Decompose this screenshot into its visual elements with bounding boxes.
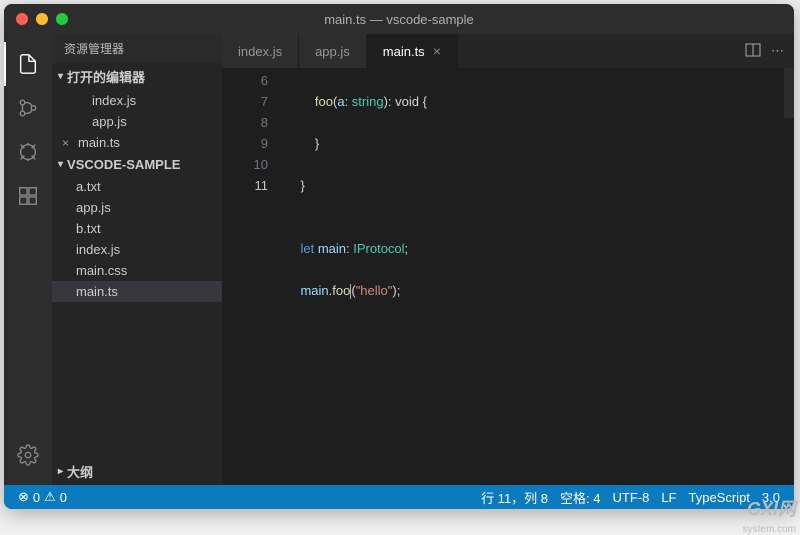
line-number: 9 xyxy=(222,133,268,154)
indentation-button[interactable]: 空格: 4 xyxy=(554,488,606,507)
open-editor-item[interactable]: app.js xyxy=(52,111,222,132)
folder-label: VSCODE-SAMPLE xyxy=(67,157,180,172)
file-name: app.js xyxy=(92,114,127,129)
explorer-icon[interactable] xyxy=(4,42,52,86)
outline-label: 大纲 xyxy=(67,462,93,481)
chevron-down-icon: ▾ xyxy=(58,159,63,170)
close-tab-icon[interactable]: × xyxy=(433,43,441,59)
extensions-icon[interactable] xyxy=(4,174,52,218)
file-item[interactable]: main.css xyxy=(52,260,222,281)
statusbar: ⊗0 ⚠0 行 11，列 8 空格: 4 UTF-8 LF TypeScript… xyxy=(4,485,794,509)
code-line[interactable]: main.foo("hello"); xyxy=(286,280,794,301)
code-editor[interactable]: 6 7 8 9 10 11 foo(a: string): void { } }… xyxy=(222,68,794,485)
sidebar: 资源管理器 ▾ 打开的编辑器 index.js app.js ×main.ts … xyxy=(52,34,222,485)
settings-icon[interactable] xyxy=(4,433,52,477)
source-control-icon[interactable] xyxy=(4,86,52,130)
window-title: main.ts — vscode-sample xyxy=(4,12,794,27)
language-mode-button[interactable]: TypeScript xyxy=(683,488,756,507)
tab-appjs[interactable]: app.js xyxy=(299,34,367,68)
open-editor-item[interactable]: ×main.ts xyxy=(52,132,222,153)
outline-header[interactable]: ▸ 大纲 xyxy=(52,458,222,485)
maximize-window-button[interactable] xyxy=(56,13,68,25)
tab-label: main.ts xyxy=(383,44,425,59)
warning-icon: ⚠ xyxy=(44,489,56,505)
error-icon: ⊗ xyxy=(18,489,29,505)
problems-button[interactable]: ⊗0 ⚠0 xyxy=(12,489,73,505)
file-name: index.js xyxy=(92,93,136,108)
file-name: app.js xyxy=(76,200,111,215)
file-name: b.txt xyxy=(76,221,101,236)
file-name: index.js xyxy=(76,242,120,257)
open-editors-header[interactable]: ▾ 打开的编辑器 xyxy=(52,63,222,90)
chevron-down-icon: ▾ xyxy=(58,71,63,82)
close-icon[interactable]: × xyxy=(62,136,76,150)
file-item[interactable]: b.txt xyxy=(52,218,222,239)
tabs: index.js app.js main.ts × ⋯ xyxy=(222,34,794,68)
file-item[interactable]: app.js xyxy=(52,197,222,218)
line-number: 11 xyxy=(222,175,268,196)
activitybar xyxy=(4,34,52,485)
code-content[interactable]: foo(a: string): void { } } let main: IPr… xyxy=(286,68,794,485)
minimap[interactable] xyxy=(784,68,794,118)
file-name: main.ts xyxy=(76,284,118,299)
tab-actions: ⋯ xyxy=(745,34,794,68)
open-editors-label: 打开的编辑器 xyxy=(67,67,145,86)
titlebar: main.ts — vscode-sample xyxy=(4,4,794,34)
gutter: 6 7 8 9 10 11 xyxy=(222,68,286,485)
line-number: 8 xyxy=(222,112,268,133)
code-line[interactable]: let main: IProtocol; xyxy=(286,238,794,259)
code-line[interactable]: } xyxy=(286,133,794,154)
tab-maints[interactable]: main.ts × xyxy=(367,34,458,68)
traffic-lights xyxy=(4,13,68,25)
file-name: main.ts xyxy=(78,135,120,150)
debug-icon[interactable] xyxy=(4,130,52,174)
tab-indexjs[interactable]: index.js xyxy=(222,34,299,68)
code-line[interactable]: foo(a: string): void { xyxy=(286,91,794,112)
close-window-button[interactable] xyxy=(16,13,28,25)
file-item[interactable]: index.js xyxy=(52,239,222,260)
file-item[interactable]: main.ts xyxy=(52,281,222,302)
cursor-position[interactable]: 行 11，列 8 xyxy=(475,488,554,507)
tab-label: app.js xyxy=(315,44,350,59)
tab-label: index.js xyxy=(238,44,282,59)
open-editor-item[interactable]: index.js xyxy=(52,90,222,111)
folder-header[interactable]: ▾ VSCODE-SAMPLE xyxy=(52,153,222,176)
encoding-button[interactable]: UTF-8 xyxy=(606,488,655,507)
line-number: 7 xyxy=(222,91,268,112)
typescript-version[interactable]: 3.0 xyxy=(756,488,786,507)
file-name: main.css xyxy=(76,263,127,278)
chevron-right-icon: ▸ xyxy=(58,466,63,477)
minimize-window-button[interactable] xyxy=(36,13,48,25)
file-item[interactable]: a.txt xyxy=(52,176,222,197)
sidebar-title: 资源管理器 xyxy=(52,34,222,63)
line-number: 6 xyxy=(222,70,268,91)
code-line[interactable]: } xyxy=(286,175,794,196)
split-editor-icon[interactable] xyxy=(745,42,761,61)
main-body: 资源管理器 ▾ 打开的编辑器 index.js app.js ×main.ts … xyxy=(4,34,794,485)
file-name: a.txt xyxy=(76,179,101,194)
watermark-sub: system.com xyxy=(743,524,796,535)
eol-button[interactable]: LF xyxy=(655,488,682,507)
line-number: 10 xyxy=(222,154,268,175)
window: main.ts — vscode-sample 资源管理器 ▾ 打 xyxy=(4,4,794,509)
more-actions-icon[interactable]: ⋯ xyxy=(771,43,784,59)
editor-area: index.js app.js main.ts × ⋯ 6 7 8 9 10 11 xyxy=(222,34,794,485)
